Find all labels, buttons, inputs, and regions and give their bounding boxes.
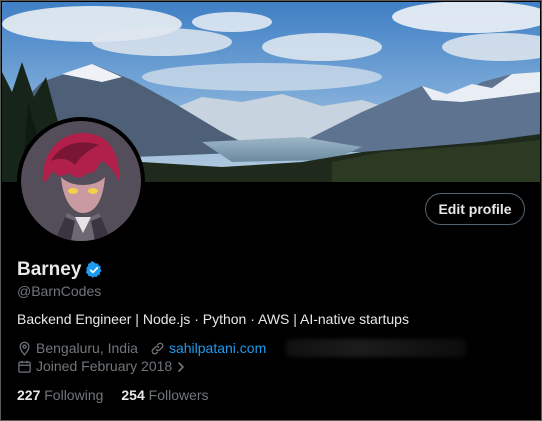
joined-text: Joined February 2018 [36, 358, 173, 374]
website-link[interactable]: sahilpatani.com [169, 340, 266, 356]
following-label: Following [44, 387, 104, 403]
profile-meta-row: Bengaluru, India sahilpatani.com [17, 339, 467, 357]
location-text: Bengaluru, India [36, 340, 138, 356]
profile-handle: @BarnCodes [17, 283, 102, 299]
profile-name-row: Barney [17, 259, 103, 281]
calendar-icon [17, 359, 32, 374]
followers-link[interactable]: 254 Followers [121, 387, 208, 403]
followers-label: Followers [148, 387, 209, 403]
link-icon [150, 341, 165, 356]
profile-avatar[interactable] [17, 117, 145, 245]
redacted-info [286, 339, 467, 357]
edit-profile-button[interactable]: Edit profile [425, 193, 525, 225]
following-count: 227 [17, 387, 45, 403]
location-pin-icon [17, 341, 32, 356]
following-link[interactable]: 227 Following [17, 387, 103, 403]
chevron-right-icon [176, 360, 186, 372]
website-item[interactable]: sahilpatani.com [150, 340, 266, 356]
verified-badge-icon[interactable] [85, 261, 103, 279]
follow-stats-row: 227 Following 254 Followers [17, 387, 227, 403]
location-item: Bengaluru, India [17, 340, 138, 356]
followers-count: 254 [121, 387, 149, 403]
joined-row[interactable]: Joined February 2018 [17, 358, 186, 374]
display-name: Barney [17, 259, 82, 280]
profile-bio: Backend Engineer | Node.js · Python · AW… [17, 311, 409, 327]
profile-page: Edit profile Barney @BarnCodes Backend E… [0, 0, 542, 421]
